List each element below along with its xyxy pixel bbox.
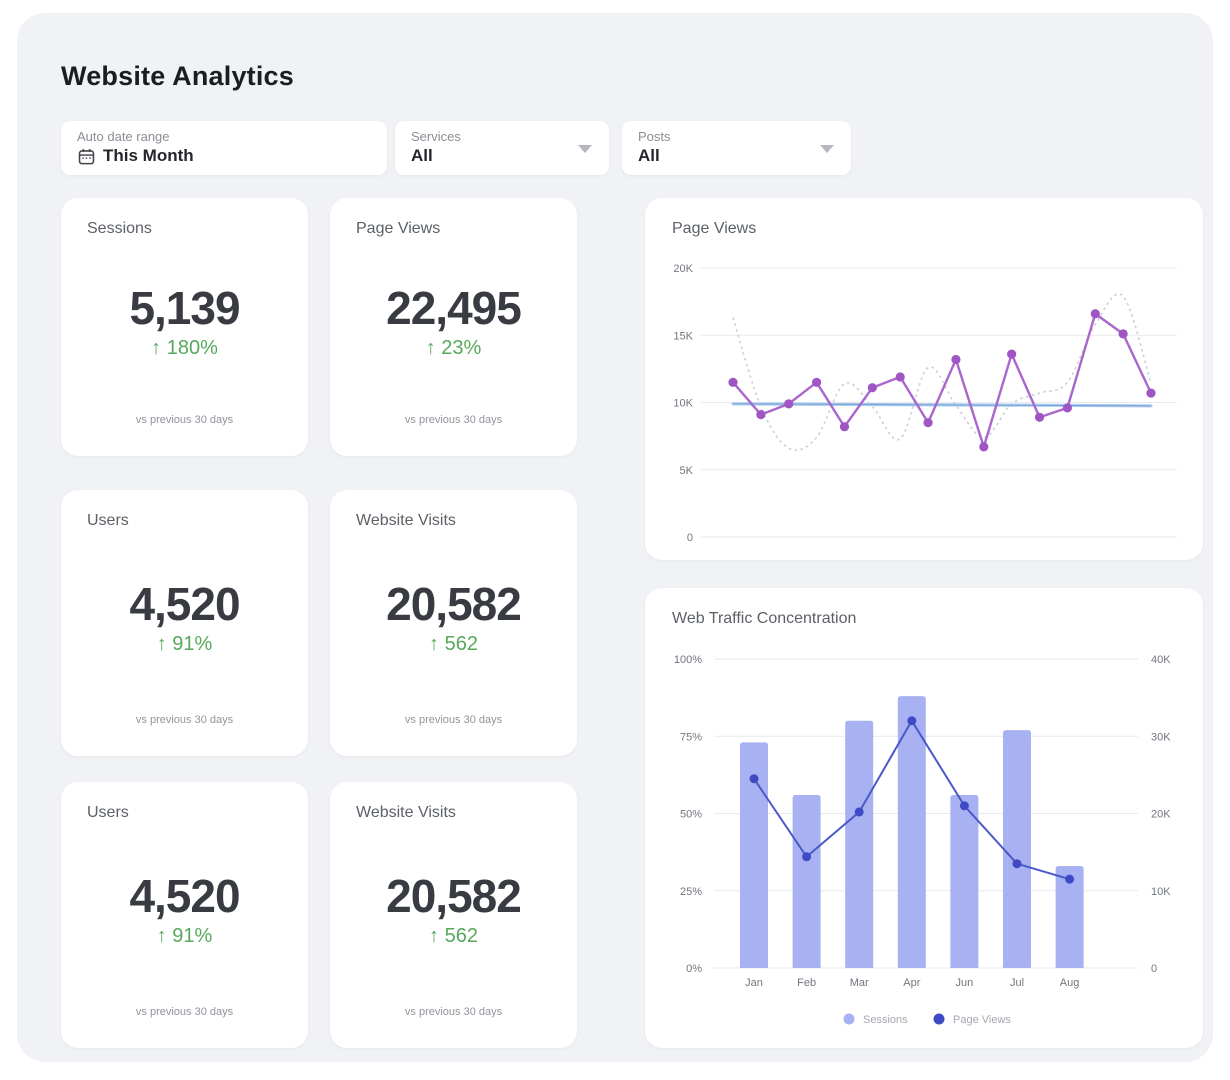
x-axis-label: Jan <box>745 977 763 989</box>
sessions-bar <box>950 795 978 968</box>
page-title: Website Analytics <box>61 61 294 92</box>
kpi-card-users-2: Users 4,520 ↑ 91% vs previous 30 days <box>61 782 308 1048</box>
sessions-bar <box>845 721 873 968</box>
previous-period-line <box>733 294 1151 450</box>
filter-label: Posts <box>638 129 835 144</box>
right-axis-tick: 0 <box>1151 963 1157 975</box>
kpi-comparison-label: vs previous 30 days <box>330 414 577 426</box>
kpi-comparison-label: vs previous 30 days <box>61 714 308 726</box>
page-views-chart-card: Page Views 05K10K15K20K <box>645 198 1203 560</box>
kpi-card-website-visits-2: Website Visits 20,582 ↑ 562 vs previous … <box>330 782 577 1048</box>
kpi-comparison-label: vs previous 30 days <box>330 1006 577 1018</box>
kpi-card-website-visits: Website Visits 20,582 ↑ 562 vs previous … <box>330 490 577 756</box>
sessions-bar <box>1003 730 1031 968</box>
data-point <box>855 807 864 816</box>
web-traffic-combo-chart: 0% 0 25% 10K 50% 20K 75% 30K 100% 40K Jan Feb Mar Apr… <box>645 588 1203 1048</box>
data-point <box>923 418 932 427</box>
dashboard-panel: Website Analytics Auto date range This M… <box>17 13 1213 1062</box>
data-point <box>750 774 759 783</box>
x-axis-label: Apr <box>903 977 920 989</box>
sessions-legend-dot <box>844 1014 855 1025</box>
data-point <box>840 422 849 431</box>
chevron-down-icon <box>820 145 834 153</box>
kpi-change: ↑ 562 <box>429 925 478 948</box>
kpi-comparison-label: vs previous 30 days <box>61 414 308 426</box>
data-point <box>756 410 765 419</box>
kpi-value: 20,582 <box>386 872 521 920</box>
kpi-card-sessions: Sessions 5,139 ↑ 180% vs previous 30 day… <box>61 198 308 456</box>
data-point <box>907 716 916 725</box>
left-axis-tick: 25% <box>680 886 702 898</box>
y-axis-tick: 5K <box>680 465 694 477</box>
services-filter[interactable]: Services All <box>395 121 609 175</box>
data-point <box>960 801 969 810</box>
right-axis-tick: 40K <box>1151 654 1171 666</box>
posts-value: All <box>638 146 660 166</box>
page: Website Analytics Auto date range This M… <box>0 0 1230 1080</box>
page-views-line <box>733 314 1151 447</box>
y-axis-tick: 0 <box>687 532 693 544</box>
kpi-change: ↑ 91% <box>157 925 213 948</box>
chevron-down-icon <box>578 145 592 153</box>
sessions-bar <box>793 795 821 968</box>
x-axis-label: Feb <box>797 977 816 989</box>
data-point <box>1091 309 1100 318</box>
date-range-value: This Month <box>103 146 194 166</box>
data-point <box>1007 349 1016 358</box>
kpi-change: ↑ 91% <box>157 633 213 656</box>
data-point <box>728 378 737 387</box>
kpi-value: 20,582 <box>386 580 521 628</box>
filter-label: Services <box>411 129 593 144</box>
kpi-comparison-label: vs previous 30 days <box>330 714 577 726</box>
page-views-legend-dot <box>934 1014 945 1025</box>
data-point <box>812 378 821 387</box>
right-axis-tick: 20K <box>1151 809 1171 821</box>
y-axis-tick: 20K <box>673 263 693 275</box>
right-axis-tick: 30K <box>1151 731 1171 743</box>
left-axis-tick: 75% <box>680 731 702 743</box>
web-traffic-chart-card: Web Traffic Concentration 0%025%10K50%20… <box>645 588 1203 1048</box>
x-axis-label: Jun <box>956 977 974 989</box>
left-axis-tick: 50% <box>680 809 702 821</box>
sessions-legend-label: Sessions <box>863 1014 908 1026</box>
calendar-icon <box>77 147 96 166</box>
data-point <box>868 383 877 392</box>
data-point <box>1065 875 1074 884</box>
data-point <box>1146 388 1155 397</box>
page-views-line-chart: 0 5K 10K 15K 20K <box>645 198 1203 560</box>
date-range-filter[interactable]: Auto date range This Month <box>61 121 387 175</box>
filter-label: Auto date range <box>77 129 371 144</box>
data-point <box>1119 329 1128 338</box>
kpi-comparison-label: vs previous 30 days <box>61 1006 308 1018</box>
x-axis-label: Mar <box>850 977 869 989</box>
data-point <box>951 355 960 364</box>
kpi-value: 4,520 <box>129 580 239 628</box>
page-views-legend-label: Page Views <box>953 1014 1011 1026</box>
kpi-value: 22,495 <box>386 284 521 332</box>
data-point <box>1013 859 1022 868</box>
kpi-card-page-views: Page Views 22,495 ↑ 23% vs previous 30 d… <box>330 198 577 456</box>
x-axis-label: Jul <box>1010 977 1024 989</box>
left-axis-tick: 100% <box>674 654 702 666</box>
data-point <box>1035 413 1044 422</box>
kpi-value: 5,139 <box>129 284 239 332</box>
data-point <box>896 372 905 381</box>
kpi-change: ↑ 180% <box>151 337 218 360</box>
data-point <box>979 442 988 451</box>
data-point <box>802 852 811 861</box>
kpi-value: 4,520 <box>129 872 239 920</box>
x-axis-label: Aug <box>1060 977 1080 989</box>
left-axis-tick: 0% <box>686 963 702 975</box>
posts-filter[interactable]: Posts All <box>622 121 851 175</box>
data-point <box>784 399 793 408</box>
kpi-card-users: Users 4,520 ↑ 91% vs previous 30 days <box>61 490 308 756</box>
kpi-change: ↑ 23% <box>426 337 482 360</box>
right-axis-tick: 10K <box>1151 886 1171 898</box>
y-axis-tick: 10K <box>673 398 693 410</box>
kpi-change: ↑ 562 <box>429 633 478 656</box>
y-axis-tick: 15K <box>673 330 693 342</box>
services-value: All <box>411 146 433 166</box>
data-point <box>1063 403 1072 412</box>
